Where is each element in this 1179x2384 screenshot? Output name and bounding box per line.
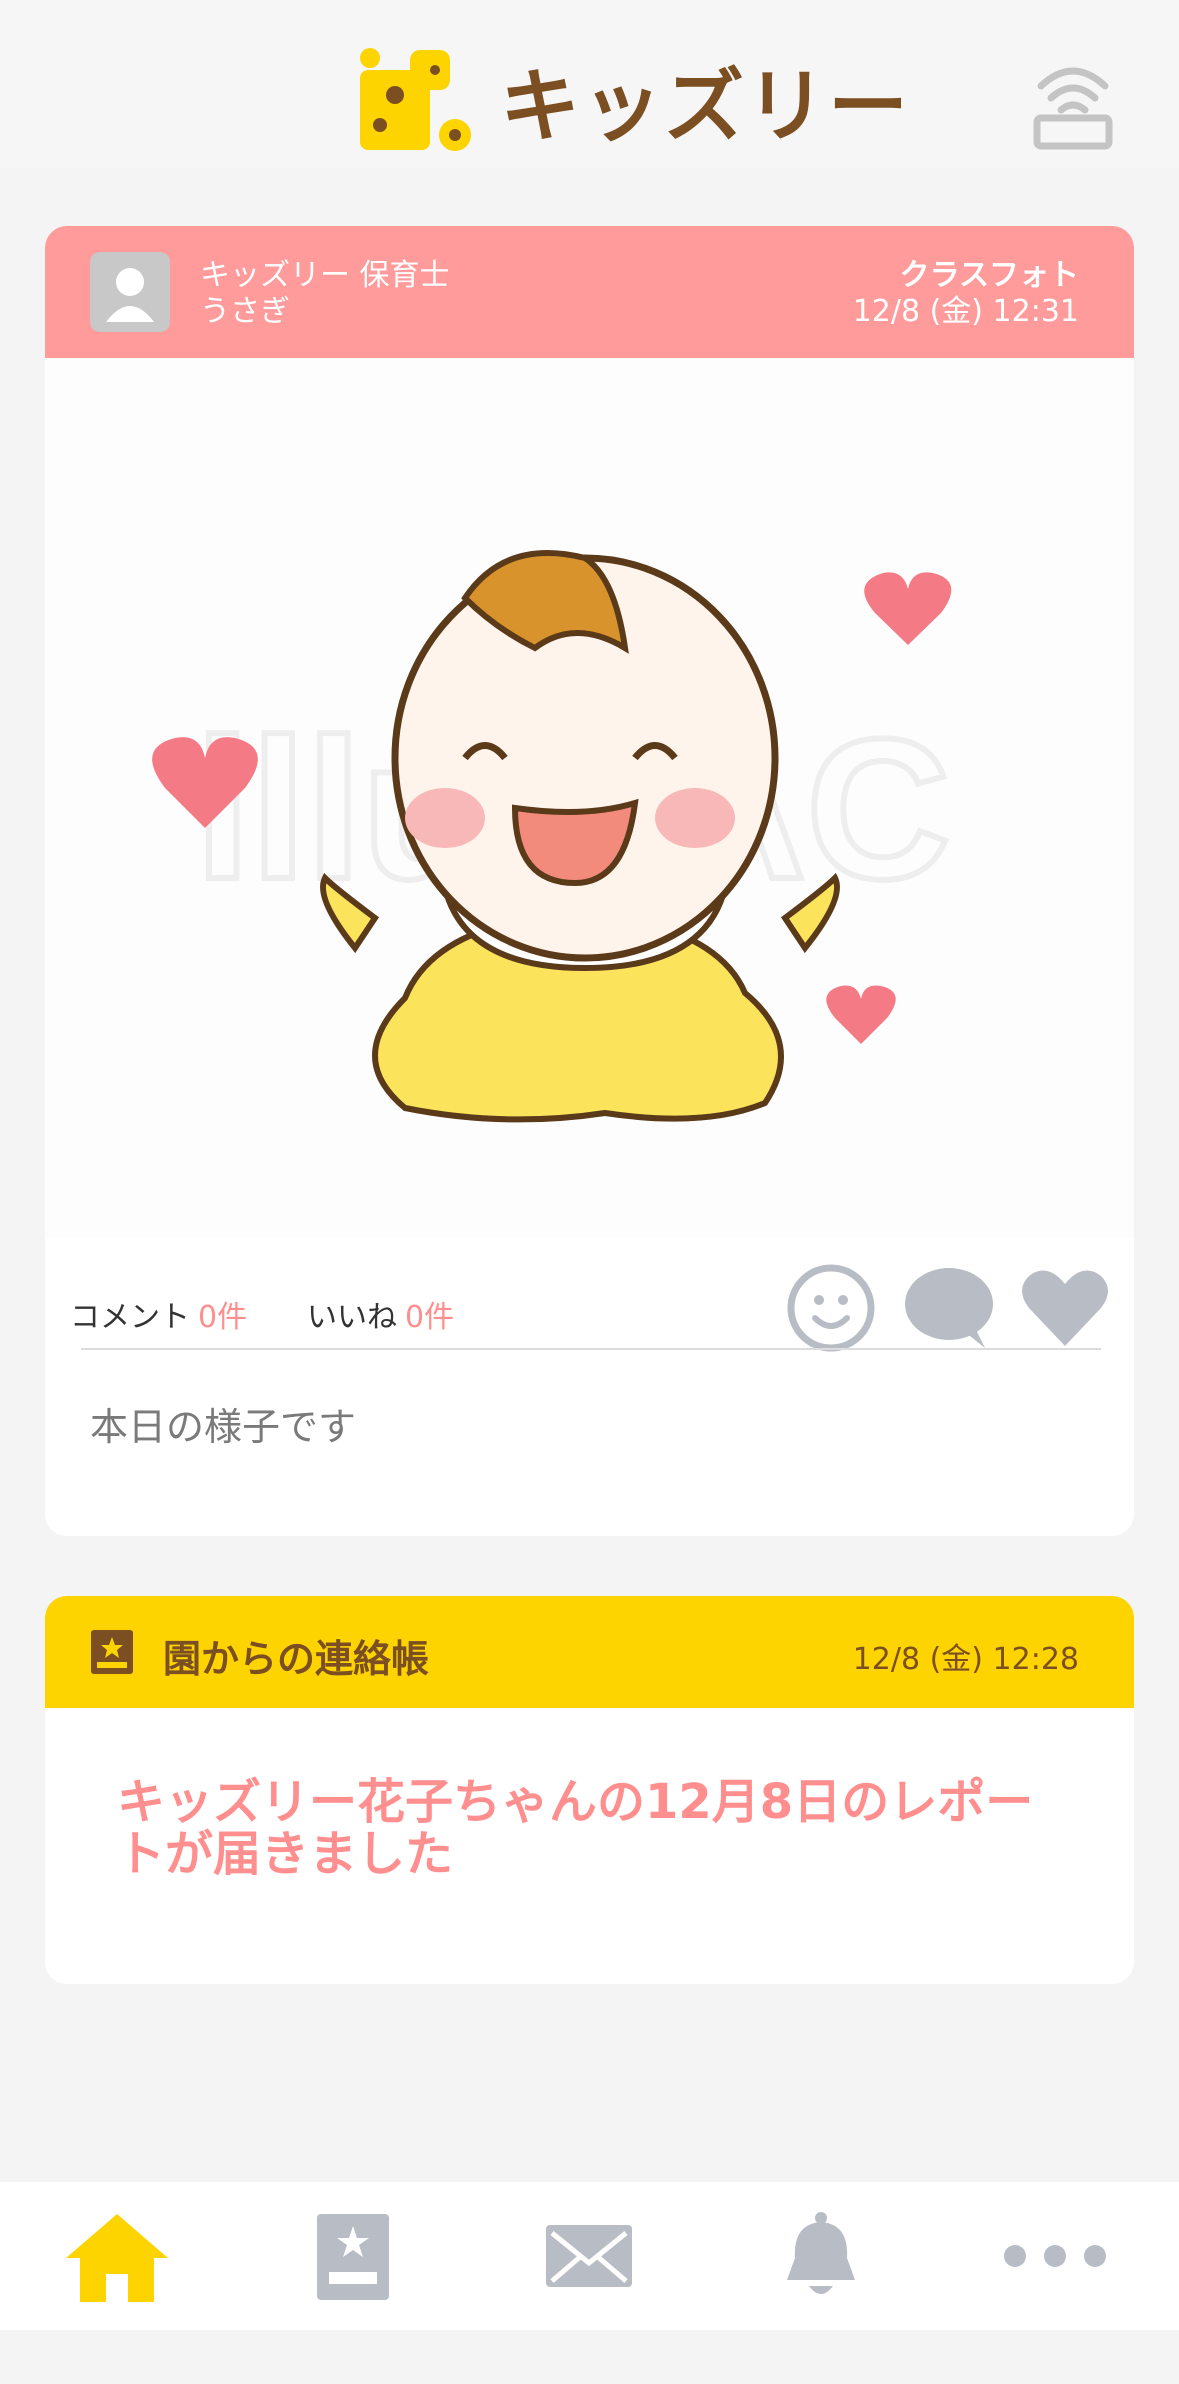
nav-notifications[interactable] — [766, 2206, 876, 2306]
bell-icon — [787, 2212, 855, 2294]
like-button[interactable] — [1019, 1262, 1111, 1354]
notebook-icon — [89, 1628, 135, 1676]
contact-book-icon[interactable] — [1033, 56, 1113, 150]
speech-bubble-icon — [905, 1268, 993, 1348]
class-photo-card[interactable]: キッズリー 保育士 うさぎ クラスフォト 12/8 (金) 12:31 illu… — [45, 226, 1134, 1536]
contact-notebook-card[interactable]: 園からの連絡帳 12/8 (金) 12:28 キッズリー花子ちゃんの12月8日の… — [45, 1596, 1134, 1984]
divider — [81, 1348, 1101, 1350]
smile-icon — [787, 1264, 875, 1352]
app-header: キッズリー — [0, 0, 1179, 168]
notebook-title: 園からの連絡帳 — [163, 1637, 430, 1681]
notebook-header: 園からの連絡帳 12/8 (金) 12:28 — [45, 1596, 1134, 1708]
author-class: うさぎ — [200, 294, 290, 329]
post-header: キッズリー 保育士 うさぎ クラスフォト 12/8 (金) 12:31 — [45, 226, 1134, 358]
post-stats-row: コメント 0件 いいね 0件 — [45, 1238, 1134, 1358]
brand-name: キッズリー — [500, 60, 910, 153]
giraffe-logo-icon — [350, 40, 480, 160]
post-body-text: 本日の様子です — [90, 1405, 357, 1449]
notebook-icon — [317, 2214, 389, 2300]
comment-count: 0件 — [198, 1300, 248, 1335]
post-photo[interactable]: illustAC — [45, 358, 1134, 1238]
like-count: 0件 — [405, 1300, 455, 1335]
home-indicator-area — [0, 2330, 1179, 2384]
post-datetime: 12/8 (金) 12:31 — [852, 294, 1079, 329]
post-author: キッズリー 保育士 うさぎ — [200, 258, 450, 330]
post-meta: クラスフォト 12/8 (金) 12:31 — [853, 258, 1079, 330]
notebook-message[interactable]: キッズリー花子ちゃんの12月8日のレポートが届きました — [117, 1776, 1077, 1880]
more-icon — [1004, 2245, 1106, 2267]
nav-home[interactable] — [62, 2206, 172, 2306]
nav-notebook[interactable] — [298, 2206, 408, 2306]
mail-icon — [546, 2225, 632, 2287]
nav-messages[interactable] — [534, 2206, 644, 2306]
heart-icon — [1022, 1270, 1108, 1346]
stamp-button[interactable] — [785, 1262, 877, 1354]
nav-more[interactable] — [1000, 2206, 1110, 2306]
like-label: いいね — [307, 1300, 397, 1335]
author-role: キッズリー 保育士 — [200, 258, 450, 293]
comment-stat[interactable]: コメント 0件 — [70, 1292, 247, 1336]
comment-button[interactable] — [903, 1262, 995, 1354]
like-stat[interactable]: いいね 0件 — [307, 1292, 454, 1336]
post-kind: クラスフォト — [899, 258, 1079, 293]
avatar — [90, 252, 170, 332]
comment-label: コメント — [70, 1300, 190, 1335]
notebook-datetime: 12/8 (金) 12:28 — [852, 1642, 1079, 1677]
app-logo: キッズリー — [350, 40, 910, 160]
home-icon — [66, 2214, 168, 2302]
bottom-nav — [0, 2182, 1179, 2330]
